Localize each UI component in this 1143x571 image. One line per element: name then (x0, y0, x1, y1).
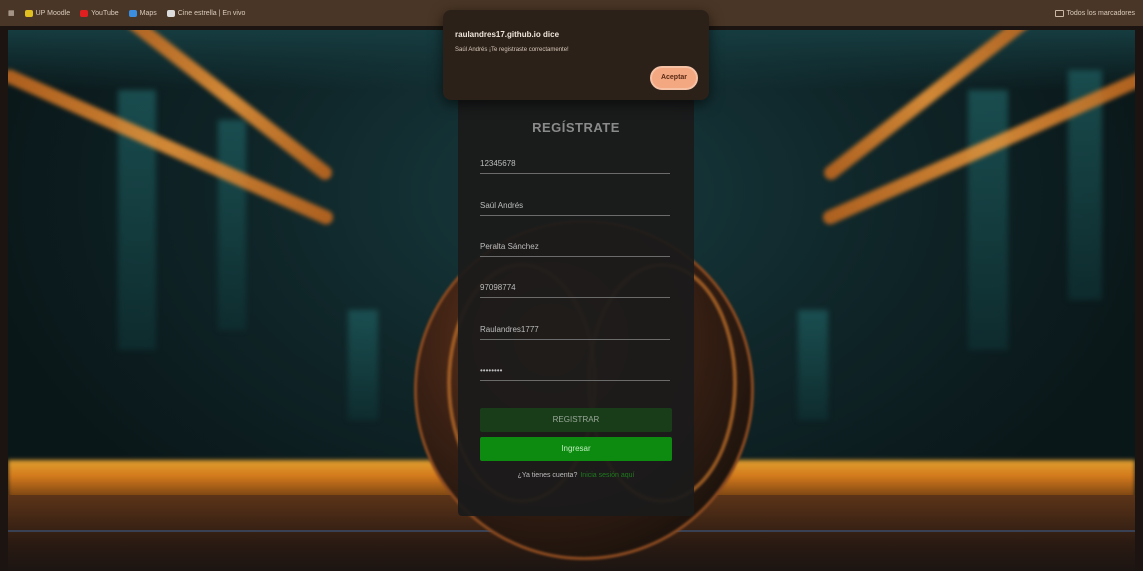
phone-input[interactable]: 97098774 (480, 279, 670, 298)
bookmark-label: Maps (139, 9, 157, 17)
bookmark-label: UP Moodle (35, 9, 71, 17)
pillar (348, 310, 378, 420)
username-input[interactable]: Raulandres1777 (480, 321, 670, 340)
last-name-input[interactable]: Peralta Sánchez (480, 238, 670, 257)
pillar (968, 90, 1008, 350)
first-name-input[interactable]: Saúl Andrés (480, 197, 670, 216)
accept-button[interactable]: Aceptar (650, 66, 698, 90)
register-form: REGÍSTRATE 12345678 Saúl Andrés Peralta … (458, 98, 694, 516)
bookmark-label: YouTube (91, 9, 119, 17)
all-bookmarks-button[interactable]: Todos los marcadores (1054, 9, 1135, 17)
login-prompt-text: ¿Ya tienes cuenta? (517, 472, 578, 479)
youtube-icon (80, 9, 89, 17)
page-favicon-icon (166, 9, 175, 17)
alert-message: Saúl Andrés ¡Te registraste correctament… (455, 47, 569, 53)
bookmark-item[interactable]: UP Moodle (24, 9, 71, 17)
bookmark-item[interactable]: Cine estrella | En vivo (166, 9, 246, 17)
password-input[interactable]: •••••••• (480, 362, 670, 381)
bookmark-item[interactable]: YouTube (80, 9, 119, 17)
login-prompt: ¿Ya tienes cuenta? Inicia sesión aquí (458, 472, 694, 479)
apps-icon[interactable]: ▦ (8, 9, 15, 17)
login-link[interactable]: Inicia sesión aquí (580, 472, 634, 479)
pillar (218, 120, 246, 330)
alert-dialog: raulandres17.github.io dice Saúl Andrés … (443, 10, 709, 100)
login-button[interactable]: Ingresar (480, 437, 672, 461)
form-title: REGÍSTRATE (532, 120, 620, 135)
bookmark-item[interactable]: Maps (128, 9, 157, 17)
all-bookmarks-label: Todos los marcadores (1066, 9, 1135, 17)
alert-origin: raulandres17.github.io dice (455, 30, 560, 39)
bookmark-favicon-icon (24, 9, 33, 17)
register-button[interactable]: REGISTRAR (480, 408, 672, 432)
id-number-input[interactable]: 12345678 (480, 155, 670, 174)
maps-icon (128, 9, 137, 17)
folder-icon (1054, 9, 1064, 17)
bookmark-label: Cine estrella | En vivo (177, 9, 246, 17)
pillar (798, 310, 828, 420)
